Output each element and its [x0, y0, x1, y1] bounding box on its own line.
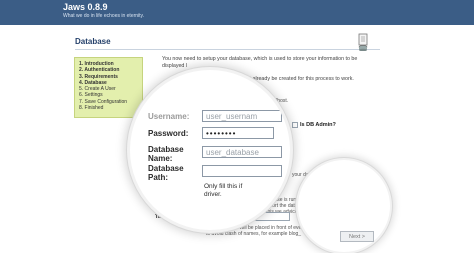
db-name-field-zoom[interactable]: user_database: [202, 146, 282, 158]
username-label: Username:: [148, 112, 190, 121]
step-item: 8. Finished: [79, 105, 104, 112]
password-field[interactable]: ••••••••: [202, 127, 274, 139]
is-db-admin-checkbox[interactable]: [292, 122, 298, 128]
app-tagline: What we do in life echoes in eternity.: [63, 13, 145, 19]
intro-line: displayed l: [162, 63, 188, 69]
password-label: Password:: [148, 129, 189, 138]
magnifier-lens: Username: user_usernam Password: •••••••…: [130, 70, 290, 230]
is-db-admin-label: Is DB Admin?: [300, 122, 336, 128]
username-field[interactable]: user_usernam: [202, 110, 282, 122]
next-button[interactable]: Next >: [340, 231, 374, 242]
db-path-label: Database Path:: [148, 164, 184, 182]
database-setup-icon: [358, 33, 368, 51]
db-name-label: Database Name:: [148, 145, 184, 163]
app-header: Jaws 0.8.9 What we do in life echoes in …: [0, 0, 474, 25]
prefix-note-line: to avoid clash of names, for example blo…: [206, 231, 302, 237]
app-title: Jaws 0.8.9: [63, 2, 108, 12]
title-divider: [75, 49, 380, 50]
intro-text: You now need to setup your database, whi…: [162, 56, 382, 70]
db-path-note-2: driver.: [204, 191, 222, 198]
installer-steps-panel: 1. Introduction 2. Authentication 3. Req…: [74, 57, 143, 118]
page-title: Database: [75, 37, 111, 46]
intro-line: You now need to setup your database, whi…: [162, 56, 358, 62]
db-path-field-zoom[interactable]: [202, 165, 282, 177]
